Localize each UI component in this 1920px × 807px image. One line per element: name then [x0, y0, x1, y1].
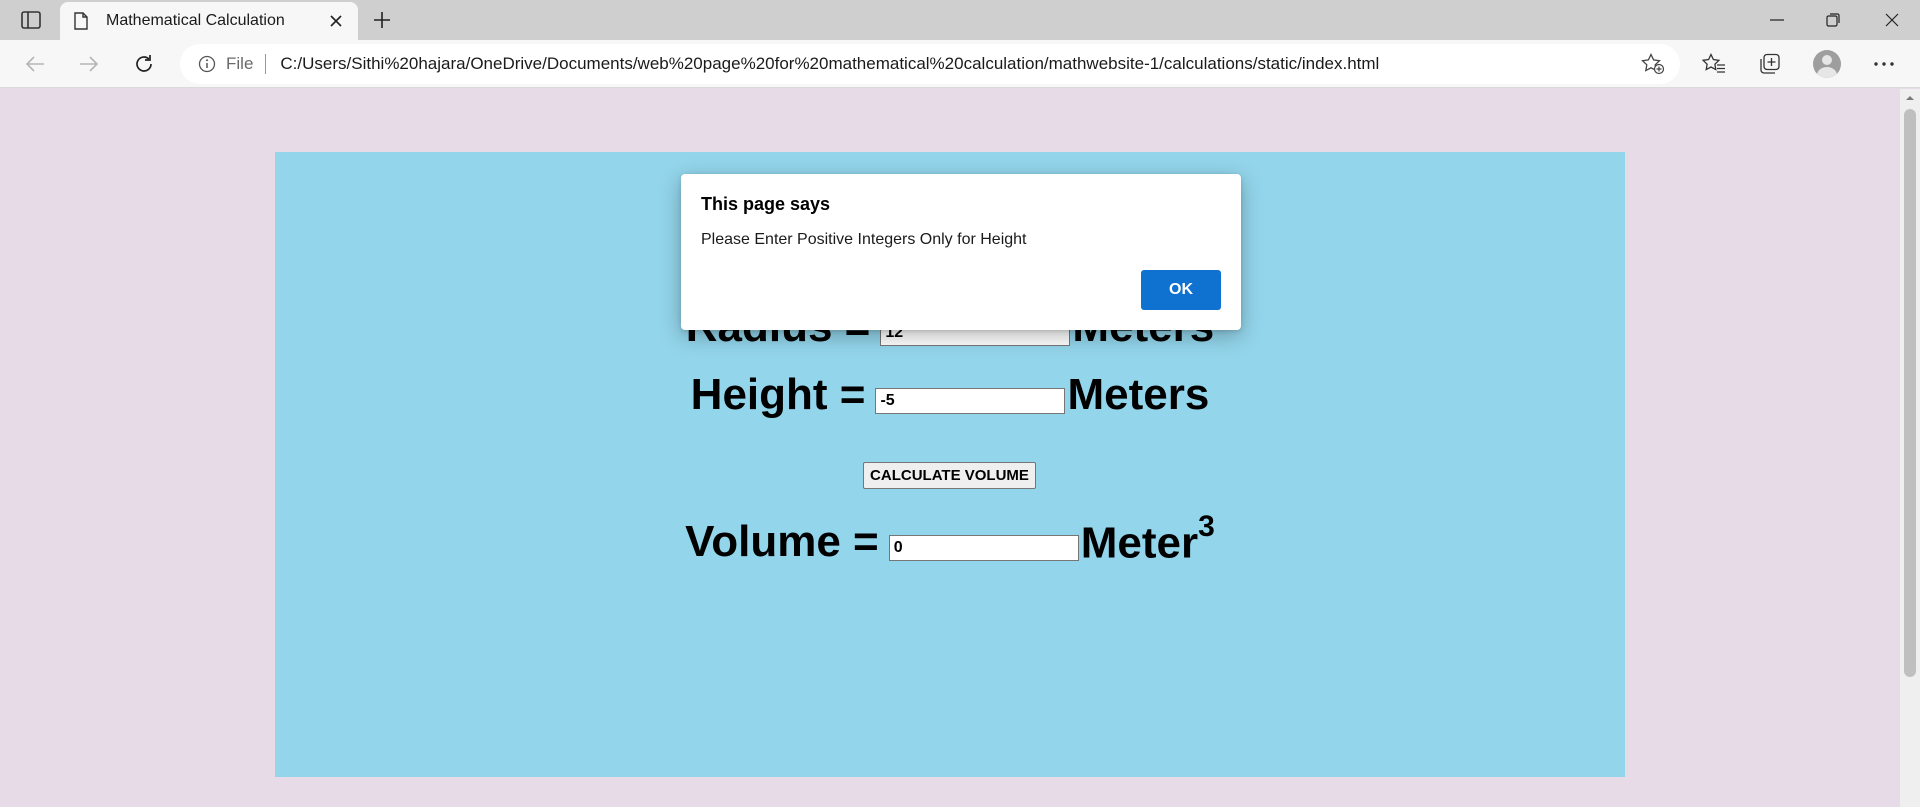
favorites-icon[interactable] [1696, 48, 1732, 80]
tab-title: Mathematical Calculation [106, 12, 285, 29]
volume-unit-exponent: 3 [1198, 510, 1215, 543]
file-scheme-label: File [226, 54, 254, 73]
vertical-scrollbar[interactable] [1900, 89, 1920, 807]
alert-dialog: This page says Please Enter Positive Int… [681, 174, 1241, 330]
back-arrow-icon[interactable] [18, 48, 52, 80]
profile-avatar[interactable] [1809, 48, 1845, 80]
dialog-message: Please Enter Positive Integers Only for … [701, 231, 1027, 248]
close-window-icon[interactable] [1864, 0, 1920, 40]
info-icon[interactable] [196, 53, 218, 75]
height-input[interactable] [875, 388, 1066, 414]
calculate-volume-button[interactable]: CALCULATE VOLUME [863, 462, 1036, 489]
scroll-up-arrow-icon[interactable] [1904, 93, 1916, 103]
tab-actions-icon[interactable] [14, 6, 48, 34]
volume-output[interactable] [888, 535, 1079, 562]
minimize-icon[interactable] [1749, 0, 1805, 40]
tab-strip: Mathematical Calculation [0, 0, 1920, 40]
new-tab-icon[interactable] [366, 4, 398, 36]
volume-row: Volume = Meter3 [275, 510, 1625, 569]
address-separator [265, 54, 267, 74]
height-row: Height = Meters [275, 370, 1625, 420]
collections-icon[interactable] [1752, 48, 1788, 80]
browser-toolbar: File C:/Users/Sithi%20hajara/OneDrive/Do… [0, 40, 1920, 88]
avatar [1813, 50, 1841, 78]
page-icon [74, 11, 92, 31]
height-unit: Meters [1067, 370, 1210, 419]
more-options-icon[interactable] [1866, 48, 1902, 80]
dialog-title: This page says [701, 194, 831, 214]
volume-unit-text: Meter [1080, 518, 1199, 568]
close-tab-icon[interactable] [320, 5, 352, 37]
restore-icon[interactable] [1805, 0, 1861, 40]
volume-unit: Meter3 [1080, 510, 1215, 569]
scrollbar-thumb[interactable] [1904, 109, 1916, 677]
active-tab[interactable]: Mathematical Calculation [60, 2, 358, 40]
forward-arrow-icon[interactable] [72, 48, 106, 80]
url-text[interactable]: C:/Users/Sithi%20hajara/OneDrive/Documen… [280, 54, 1379, 74]
height-label: Height = [690, 370, 866, 419]
add-favorite-icon[interactable] [1640, 52, 1666, 76]
address-bar[interactable]: File C:/Users/Sithi%20hajara/OneDrive/Do… [180, 44, 1680, 84]
volume-label: Volume = [685, 517, 879, 567]
refresh-icon[interactable] [127, 48, 161, 80]
page-viewport: Volume Of Cone Radius = Meters Height = … [0, 89, 1900, 807]
dialog-ok-button[interactable]: OK [1141, 270, 1221, 310]
